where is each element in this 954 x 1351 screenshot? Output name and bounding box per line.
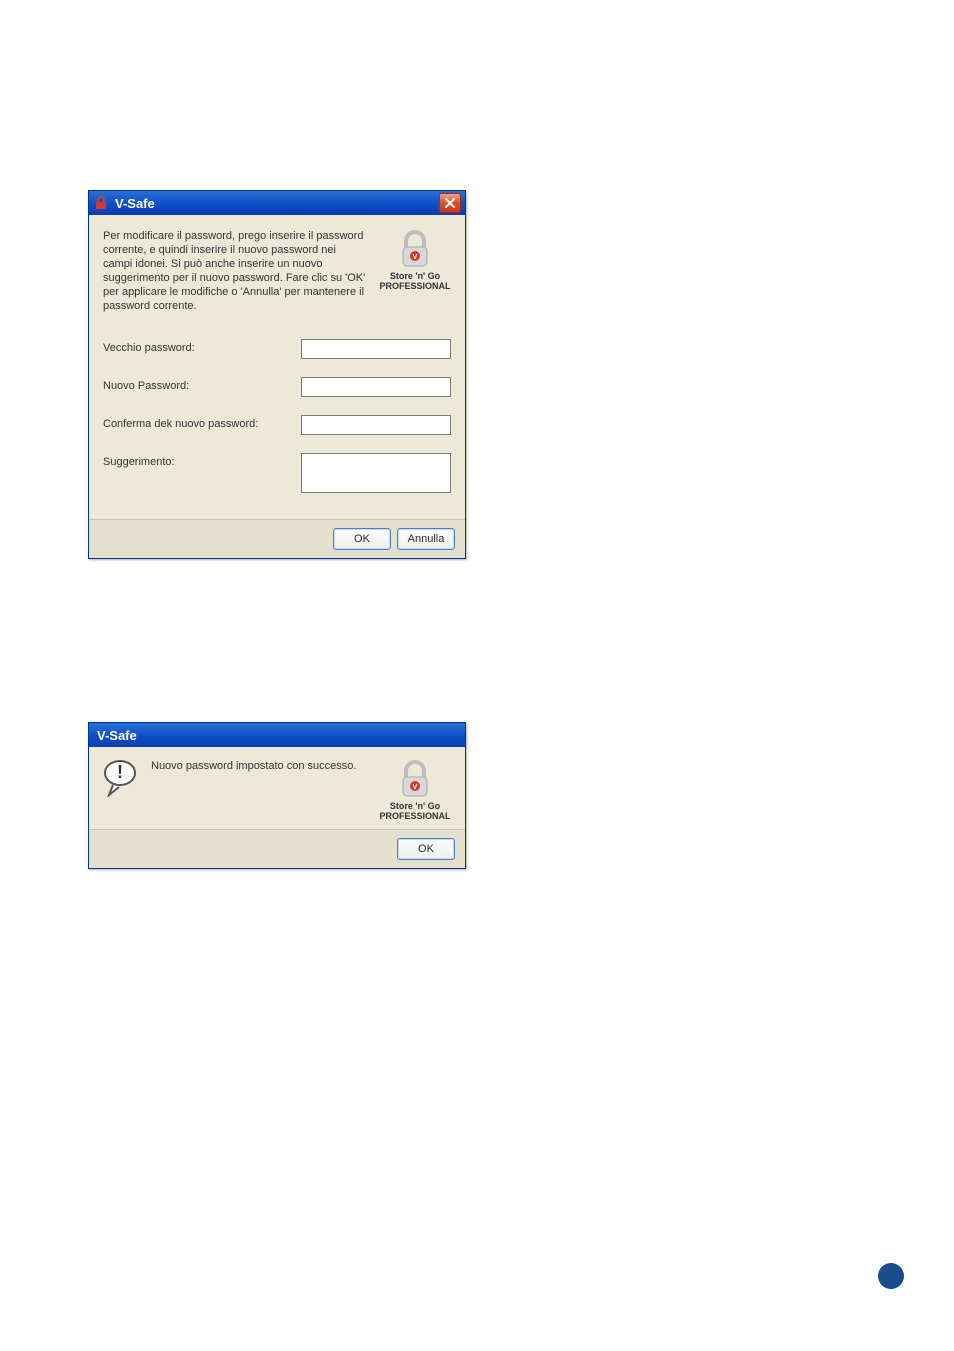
ok-button[interactable]: OK xyxy=(397,838,455,860)
old-password-label: Vecchio password: xyxy=(103,339,301,354)
lock-icon xyxy=(93,195,109,211)
new-password-label: Nuovo Password: xyxy=(103,377,301,392)
hint-label: Suggerimento: xyxy=(103,453,301,468)
confirm-password-label: Conferma dek nuovo password: xyxy=(103,415,301,430)
brand-line1: Store 'n' Go xyxy=(390,271,440,281)
button-bar: OK xyxy=(89,829,465,868)
hint-input[interactable] xyxy=(301,453,451,493)
window-title: V-Safe xyxy=(93,728,461,743)
brand-line1: Store 'n' Go xyxy=(390,801,440,811)
close-button[interactable] xyxy=(439,193,461,213)
brand-line2: PROFESSIONAL xyxy=(379,281,450,291)
ok-button[interactable]: OK xyxy=(333,528,391,550)
info-icon: ! xyxy=(103,759,137,793)
message-body: ! Nuovo password impostato con successo.… xyxy=(89,747,465,829)
titlebar[interactable]: V-Safe xyxy=(89,191,465,215)
padlock-icon: V xyxy=(398,759,432,799)
brand-line2: PROFESSIONAL xyxy=(379,811,450,821)
old-password-input[interactable] xyxy=(301,339,451,359)
new-password-input[interactable] xyxy=(301,377,451,397)
button-bar: OK Annulla xyxy=(89,519,465,558)
window-title: V-Safe xyxy=(115,196,439,211)
confirm-password-input[interactable] xyxy=(301,415,451,435)
svg-text:!: ! xyxy=(117,762,123,782)
svg-text:V: V xyxy=(413,784,418,791)
padlock-icon: V xyxy=(398,229,432,269)
page-marker-dot xyxy=(878,1263,904,1289)
success-dialog: V-Safe ! Nuovo password impostato con su… xyxy=(88,722,466,869)
brand-logo: V Store 'n' Go PROFESSIONAL xyxy=(379,759,451,821)
svg-text:V: V xyxy=(413,254,418,261)
titlebar[interactable]: V-Safe xyxy=(89,723,465,747)
cancel-button[interactable]: Annulla xyxy=(397,528,455,550)
change-password-dialog: V-Safe Per modificare il password, prego… xyxy=(88,190,466,559)
dialog-body: Per modificare il password, prego inseri… xyxy=(89,215,465,519)
instructions-text: Per modificare il password, prego inseri… xyxy=(103,229,367,313)
success-message: Nuovo password impostato con successo. xyxy=(151,759,365,773)
brand-logo: V Store 'n' Go PROFESSIONAL xyxy=(379,229,451,291)
